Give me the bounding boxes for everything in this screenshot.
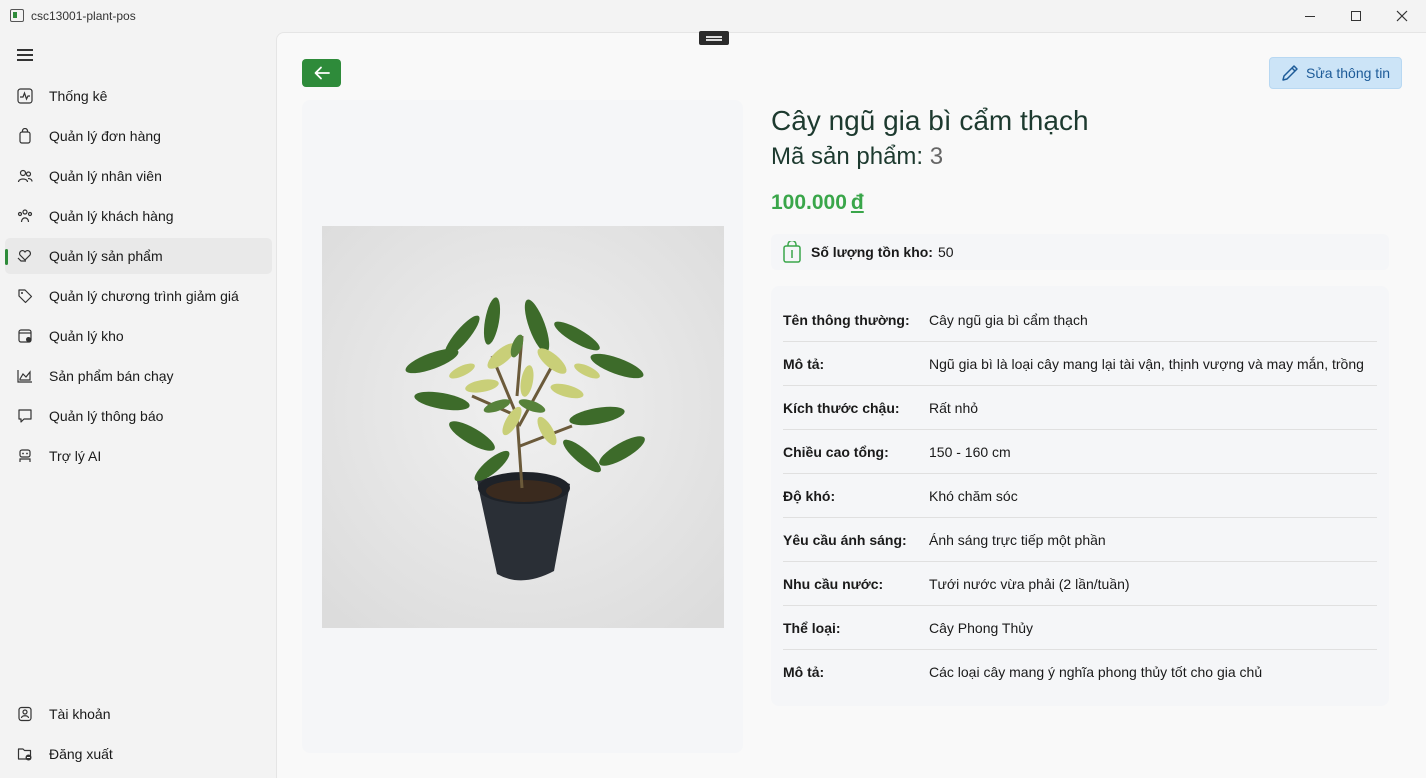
product-code-value: 3 xyxy=(929,143,944,170)
sidebar-item-account[interactable]: Tài khoản xyxy=(5,696,272,732)
detail-value: Rất nhỏ xyxy=(929,399,979,416)
minimize-icon xyxy=(1305,15,1315,17)
sidebar: Thống kê Quản lý đơn hàng Quản lý nhân v… xyxy=(0,32,276,778)
heart-hand-icon xyxy=(17,250,31,262)
warehouse-icon xyxy=(18,329,32,343)
detail-key: Nhu cầu nước: xyxy=(783,575,884,592)
detail-value: 150 - 160 cm xyxy=(929,443,1011,460)
sidebar-item-best-sellers[interactable]: Sản phẩm bán chạy xyxy=(5,358,272,394)
sidebar-item-warehouse[interactable]: Quản lý kho xyxy=(5,318,272,354)
hamburger-menu-icon[interactable] xyxy=(17,49,33,61)
people-team-icon xyxy=(17,209,33,223)
detail-row: Thể loại: Cây Phong Thủy xyxy=(783,606,1377,650)
area-chart-icon xyxy=(17,370,32,383)
detail-value: Ánh sáng trực tiếp một phần xyxy=(929,531,1106,548)
window-title: csc13001-plant-pos xyxy=(31,9,136,23)
stock-label: Số lượng tồn kho: xyxy=(811,244,933,260)
sidebar-item-label: Đăng xuất xyxy=(49,746,113,762)
bot-icon xyxy=(19,449,31,462)
sidebar-item-label: Quản lý kho xyxy=(49,328,124,344)
product-price: 100.000 đ xyxy=(771,191,864,215)
sidebar-item-logout[interactable]: Đăng xuất xyxy=(5,736,272,772)
sidebar-item-label: Tài khoản xyxy=(49,706,111,722)
sidebar-item-customers[interactable]: Quản lý khách hàng xyxy=(5,198,272,234)
product-details-card: Tên thông thường: Cây ngũ gia bì cẩm thạ… xyxy=(771,286,1389,706)
chat-bubble-icon xyxy=(18,409,32,423)
stock-card: Số lượng tồn kho: 50 xyxy=(771,234,1389,270)
sidebar-item-notifications[interactable]: Quản lý thông báo xyxy=(5,398,272,434)
sidebar-item-label: Quản lý chương trình giảm giá xyxy=(49,288,239,304)
sidebar-item-label: Trợ lý AI xyxy=(49,448,102,464)
detail-key: Chiều cao tổng: xyxy=(783,443,889,460)
sidebar-item-label: Quản lý thông báo xyxy=(49,408,164,424)
detail-row: Mô tả: Ngũ gia bì là loại cây mang lại t… xyxy=(783,342,1377,386)
detail-row: Tên thông thường: Cây ngũ gia bì cẩm thạ… xyxy=(783,298,1377,342)
detail-value: Cây ngũ gia bì cẩm thạch xyxy=(929,311,1088,328)
drag-handle[interactable] xyxy=(699,31,729,45)
sidebar-item-label: Quản lý khách hàng xyxy=(49,208,174,224)
sidebar-item-label: Thống kê xyxy=(49,88,108,104)
tag-icon xyxy=(18,289,33,304)
shopping-bag-icon xyxy=(19,128,31,144)
sidebar-item-label: Quản lý nhân viên xyxy=(49,168,162,184)
maximize-button[interactable] xyxy=(1333,0,1379,32)
arrow-left-icon xyxy=(314,66,330,80)
detail-row: Kích thước chậu: Rất nhỏ xyxy=(783,386,1377,430)
detail-value: Các loại cây mang ý nghĩa phong thủy tốt… xyxy=(929,664,1263,680)
minimize-button[interactable] xyxy=(1287,0,1333,32)
people-icon xyxy=(17,169,33,183)
detail-value: Cây Phong Thủy xyxy=(929,619,1034,636)
detail-row: Nhu cầu nước: Tưới nước vừa phải (2 lần/… xyxy=(783,562,1377,606)
stock-value: 50 xyxy=(938,244,954,260)
detail-key: Tên thông thường: xyxy=(783,311,910,328)
edit-info-label: Sửa thông tin xyxy=(1306,65,1391,81)
product-code: Mã sản phẩm: 3 xyxy=(771,143,943,171)
close-icon xyxy=(1396,10,1408,22)
detail-row: Mô tả: Các loại cây mang ý nghĩa phong t… xyxy=(783,650,1377,694)
shopping-bag-icon xyxy=(783,241,801,263)
sidebar-item-discounts[interactable]: Quản lý chương trình giảm giá xyxy=(5,278,272,314)
detail-row: Yêu cầu ánh sáng: Ánh sáng trực tiếp một… xyxy=(783,518,1377,562)
detail-key: Mô tả: xyxy=(783,664,825,680)
app-icon xyxy=(10,9,24,22)
price-currency: đ xyxy=(850,191,864,214)
sidebar-item-employees[interactable]: Quản lý nhân viên xyxy=(5,158,272,194)
sidebar-item-statistics[interactable]: Thống kê xyxy=(5,78,272,114)
maximize-icon xyxy=(1351,11,1361,21)
sidebar-item-label: Quản lý sản phẩm xyxy=(49,248,163,264)
edit-info-button[interactable]: Sửa thông tin xyxy=(1269,57,1402,89)
detail-row: Độ khó: Khó chăm sóc xyxy=(783,474,1377,518)
sidebar-item-label: Quản lý đơn hàng xyxy=(49,128,161,144)
back-button[interactable] xyxy=(302,59,341,87)
detail-key: Mô tả: xyxy=(783,355,825,372)
product-name: Cây ngũ gia bì cẩm thạch xyxy=(771,105,1089,136)
product-code-label: Mã sản phẩm: xyxy=(771,143,924,170)
sidebar-item-ai-assistant[interactable]: Trợ lý AI xyxy=(5,438,272,474)
person-square-icon xyxy=(18,706,32,722)
close-button[interactable] xyxy=(1379,0,1425,32)
chart-pulse-icon xyxy=(17,88,33,104)
product-image xyxy=(322,226,724,628)
detail-key: Yêu cầu ánh sáng: xyxy=(783,531,907,548)
sidebar-item-products[interactable]: Quản lý sản phẩm xyxy=(5,238,272,274)
sidebar-item-label: Sản phẩm bán chạy xyxy=(49,368,174,384)
product-image-card xyxy=(302,100,743,753)
price-value: 100.000 xyxy=(771,191,847,214)
pencil-icon xyxy=(1282,65,1298,81)
detail-row: Chiều cao tổng: 150 - 160 cm xyxy=(783,430,1377,474)
detail-key: Kích thước chậu: xyxy=(783,399,900,416)
detail-value: Ngũ gia bì là loại cây mang lại tài vận,… xyxy=(929,355,1364,372)
title-bar: csc13001-plant-pos xyxy=(0,0,1426,32)
detail-key: Độ khó: xyxy=(783,487,836,504)
detail-value: Khó chăm sóc xyxy=(929,487,1018,504)
sidebar-item-orders[interactable]: Quản lý đơn hàng xyxy=(5,118,272,154)
folder-logout-icon xyxy=(17,748,32,761)
detail-value: Tưới nước vừa phải (2 lần/tuần) xyxy=(929,575,1130,592)
main-content: Sửa thông tin Cây ngũ gia bì cẩm thạch M… xyxy=(276,31,1426,778)
detail-key: Thể loại: xyxy=(783,619,841,636)
